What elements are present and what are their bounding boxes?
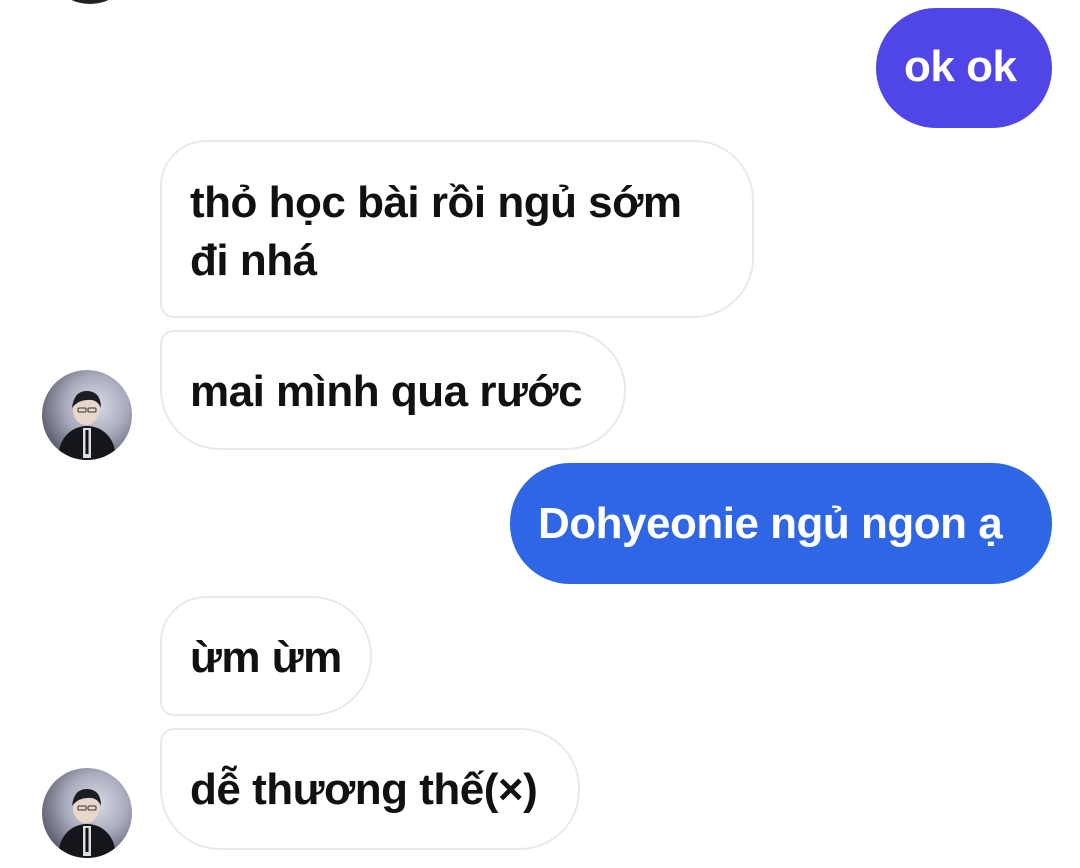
chat-thread[interactable]: ok ok thỏ học bài rồi ngủ sớm đi nhá mai… — [0, 0, 1080, 868]
message-bubble-outgoing[interactable]: ok ok — [876, 8, 1052, 128]
avatar-photo-icon — [59, 788, 115, 858]
message-bubble-incoming[interactable]: thỏ học bài rồi ngủ sớm đi nhá — [160, 140, 754, 318]
message-bubble-incoming[interactable]: dễ thương thế(×) — [160, 728, 580, 850]
message-text: Dohyeonie ngủ ngon ạ — [538, 499, 1003, 548]
contact-avatar-partial — [60, 0, 120, 4]
message-text: ừm ừm — [190, 633, 342, 682]
contact-avatar[interactable] — [42, 370, 132, 460]
message-text: ok ok — [904, 42, 1017, 91]
avatar-photo-icon — [59, 390, 115, 460]
message-bubble-outgoing[interactable]: Dohyeonie ngủ ngon ạ — [510, 463, 1052, 584]
message-bubble-incoming[interactable]: ừm ừm — [160, 596, 372, 716]
contact-avatar[interactable] — [42, 768, 132, 858]
message-text-line: thỏ học bài rồi ngủ sớm — [190, 178, 682, 227]
message-text: dễ thương thế(×) — [190, 765, 538, 814]
message-text: mai mình qua rước — [190, 367, 583, 416]
message-bubble-incoming[interactable]: mai mình qua rước — [160, 330, 626, 450]
message-text-line: đi nhá — [190, 236, 317, 285]
